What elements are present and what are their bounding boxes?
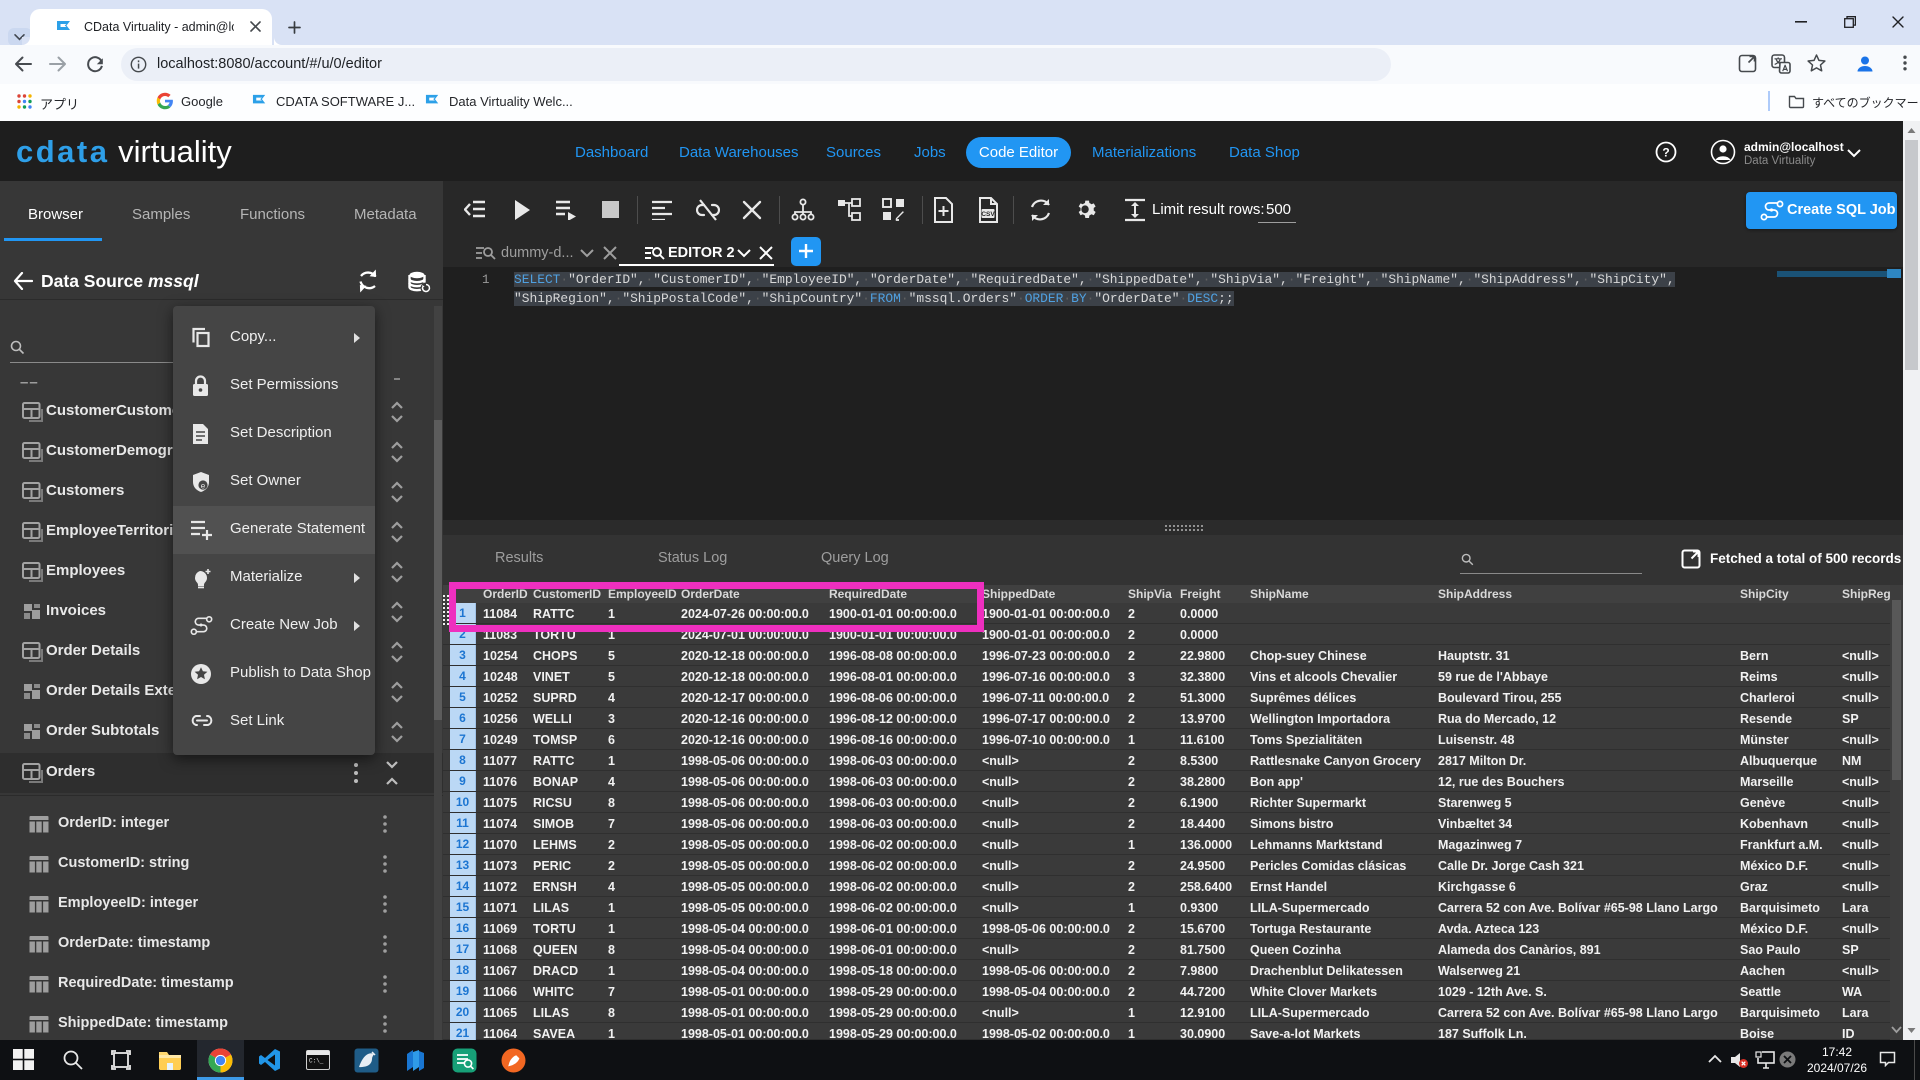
svg-text:C:\_: C:\_ xyxy=(309,1058,324,1065)
svg-text:e: e xyxy=(201,482,206,491)
svg-text:?: ? xyxy=(1662,146,1669,160)
svg-text:CSV: CSV xyxy=(981,211,995,218)
